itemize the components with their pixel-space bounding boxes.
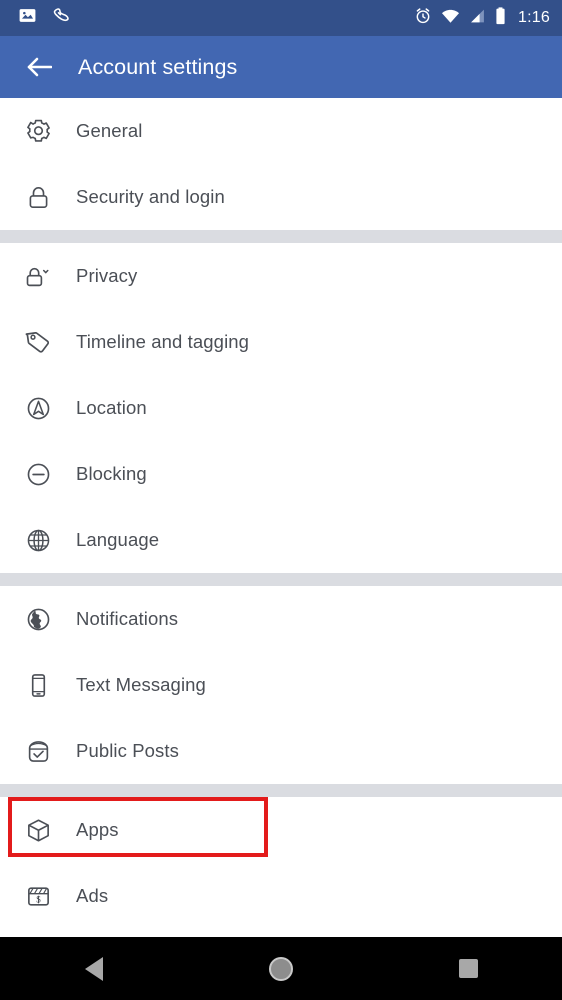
globe-grid-icon — [19, 521, 57, 559]
back-button[interactable] — [22, 50, 56, 84]
tag-icon — [19, 323, 57, 361]
cellular-signal-icon — [469, 8, 486, 29]
billboard-dollar-icon: $ — [19, 877, 57, 915]
settings-row-language[interactable]: Language — [0, 507, 562, 573]
settings-list: General Security and login Privacy Timel… — [0, 98, 562, 929]
location-arrow-icon — [19, 389, 57, 427]
settings-row-label: Ads — [76, 885, 109, 906]
status-bar-left-icons — [18, 6, 72, 30]
phone-screen: 1:16 Account settings General Security a… — [0, 0, 562, 1000]
settings-row-label: Language — [76, 529, 160, 550]
status-bar-clock: 1:16 — [518, 9, 550, 26]
settings-row-label: Text Messaging — [76, 674, 206, 695]
settings-row-label: General — [76, 120, 143, 141]
shoe-icon — [51, 6, 72, 30]
app-bar: Account settings — [0, 36, 562, 98]
settings-row-apps[interactable]: Apps — [0, 797, 562, 863]
settings-row-label: Blocking — [76, 463, 147, 484]
phone-icon — [19, 666, 57, 704]
settings-row-security-and-login[interactable]: Security and login — [0, 164, 562, 230]
battery-icon — [495, 6, 506, 30]
earth-globe-icon — [19, 600, 57, 638]
settings-row-general[interactable]: General — [0, 98, 562, 164]
settings-row-public-posts[interactable]: Public Posts — [0, 718, 562, 784]
settings-row-label: Location — [76, 397, 147, 418]
lock-chevron-icon — [19, 257, 57, 295]
cube-icon — [19, 811, 57, 849]
settings-row-label: Privacy — [76, 265, 138, 286]
square-icon — [458, 959, 478, 978]
settings-row-timeline-and-tagging[interactable]: Timeline and tagging — [0, 309, 562, 375]
settings-row-ads[interactable]: $ Ads — [0, 863, 562, 929]
nav-home-button[interactable] — [187, 937, 374, 1000]
alarm-clock-icon — [414, 7, 432, 30]
triangle-left-icon — [84, 956, 103, 981]
arrow-left-icon — [27, 57, 52, 77]
settings-row-label: Notifications — [76, 608, 179, 629]
wifi-icon — [441, 8, 460, 29]
lock-icon — [19, 178, 57, 216]
nav-back-button[interactable] — [0, 937, 187, 1000]
circle-icon — [268, 956, 293, 981]
gear-icon — [19, 112, 57, 150]
settings-row-location[interactable]: Location — [0, 375, 562, 441]
section-divider — [0, 230, 562, 243]
settings-row-notifications[interactable]: Notifications — [0, 586, 562, 652]
section-divider — [0, 784, 562, 797]
minus-circle-icon — [19, 455, 57, 493]
box-check-icon — [19, 732, 57, 770]
status-bar: 1:16 — [0, 0, 562, 36]
settings-row-blocking[interactable]: Blocking — [0, 441, 562, 507]
status-bar-right-icons: 1:16 — [414, 6, 550, 30]
settings-row-label: Timeline and tagging — [76, 331, 250, 352]
image-icon — [18, 6, 37, 30]
settings-row-privacy[interactable]: Privacy — [0, 243, 562, 309]
settings-row-text-messaging[interactable]: Text Messaging — [0, 652, 562, 718]
nav-recents-button[interactable] — [375, 937, 562, 1000]
settings-row-label: Public Posts — [76, 740, 179, 761]
settings-row-label: Apps — [76, 819, 119, 840]
settings-row-label: Security and login — [76, 186, 225, 207]
android-nav-bar — [0, 937, 562, 1000]
section-divider — [0, 573, 562, 586]
page-title: Account settings — [78, 54, 238, 79]
